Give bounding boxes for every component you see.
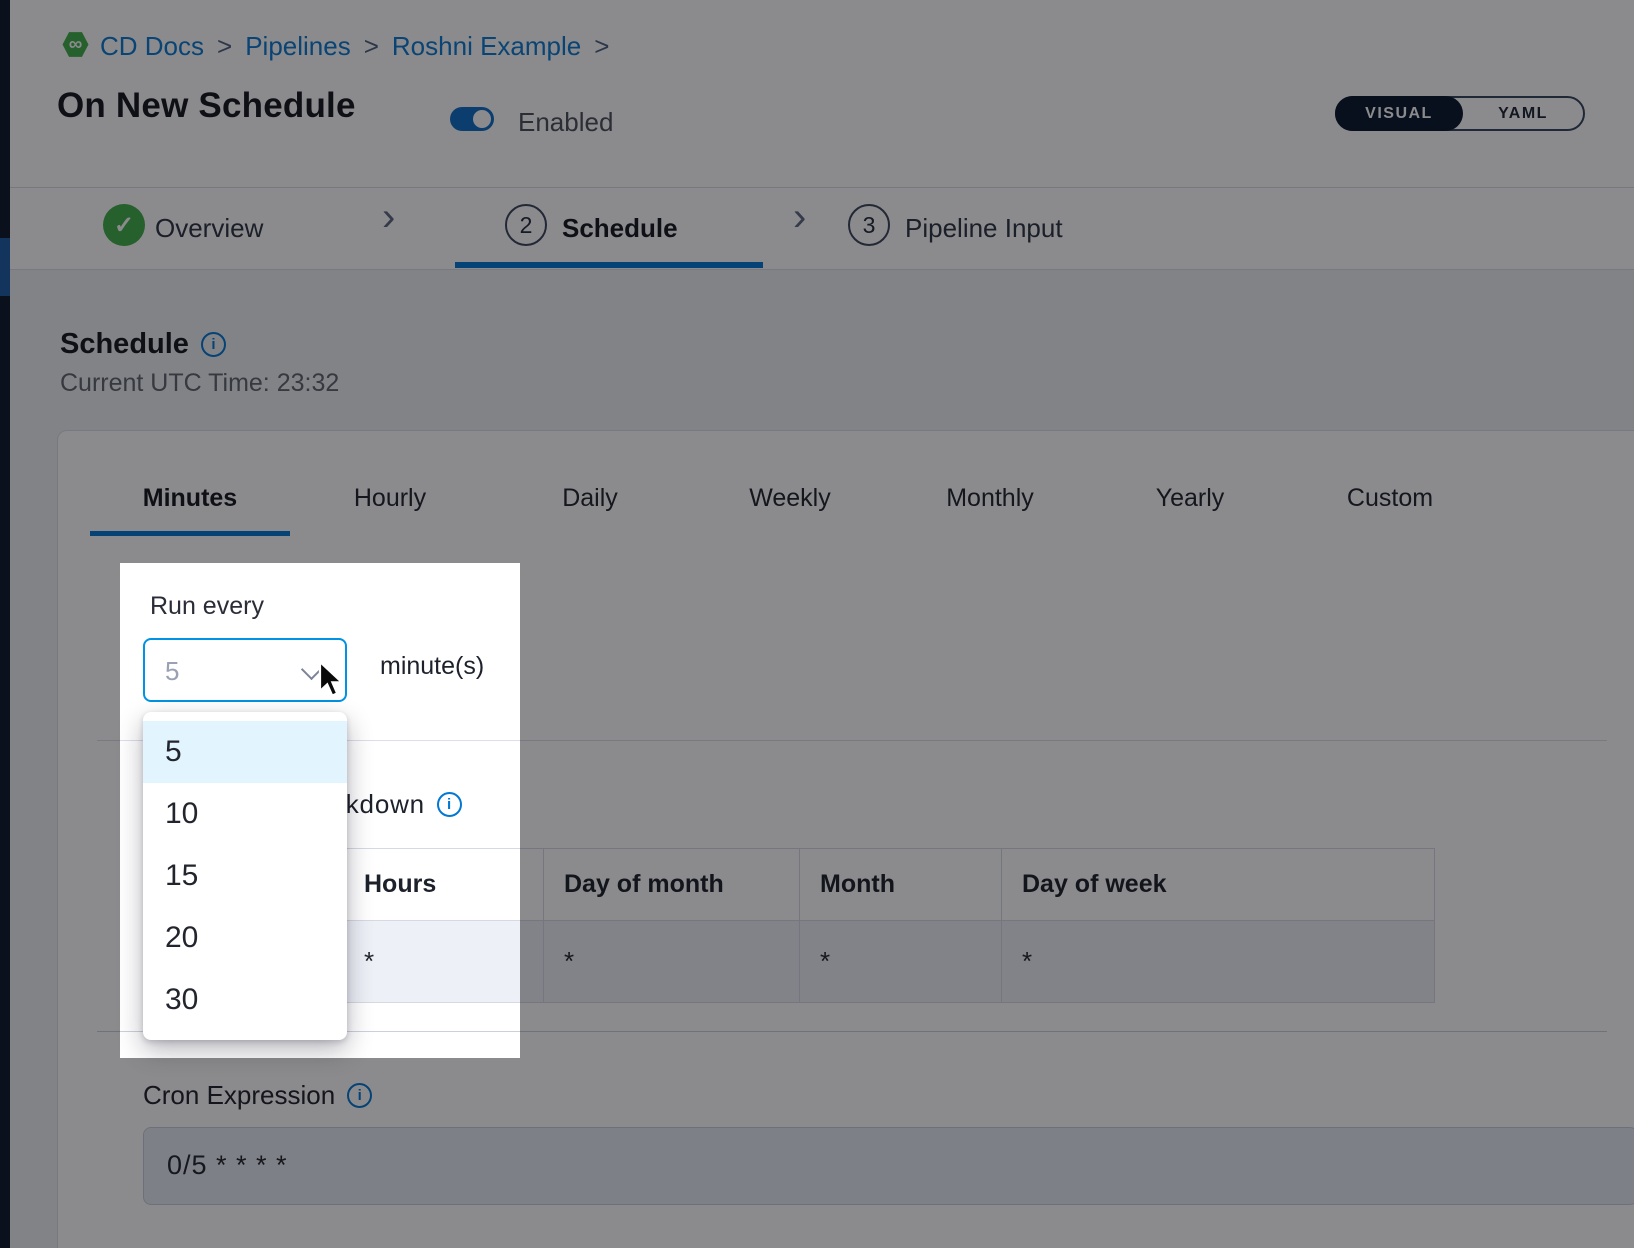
option-30[interactable]: 30 xyxy=(143,969,347,1031)
visual-yaml-switch: VISUAL YAML xyxy=(1335,96,1585,131)
breadcrumb-link-pipeline[interactable]: Roshni Example xyxy=(392,31,581,62)
cron-expression-value: 0/5 * * * * xyxy=(167,1150,288,1181)
selected-interval-value: 5 xyxy=(165,656,179,687)
cron-expression-label: Cron Expression i xyxy=(143,1080,372,1111)
step3-number-badge: 3 xyxy=(848,204,890,246)
col-day-of-month: Day of month xyxy=(544,849,800,921)
breadcrumb-link-pipelines[interactable]: Pipelines xyxy=(245,31,351,62)
visual-mode-button[interactable]: VISUAL xyxy=(1335,96,1463,131)
check-glyph: ✓ xyxy=(114,211,134,240)
breadcrumb: CD Docs > Pipelines > Roshni Example > xyxy=(100,31,609,62)
cell-day-of-month: * xyxy=(544,921,800,1003)
option-15[interactable]: 15 xyxy=(143,845,347,907)
cell-month: * xyxy=(800,921,1002,1003)
frequency-tabs: Minutes Hourly Daily Weekly Monthly Year… xyxy=(90,484,1490,513)
nav-active-indicator xyxy=(0,238,10,296)
schedule-section-title: Schedule i xyxy=(60,328,226,361)
cell-day-of-week: * xyxy=(1002,921,1435,1003)
step-schedule[interactable]: Schedule xyxy=(562,213,678,244)
breadcrumb-separator: > xyxy=(217,31,232,62)
step3-number: 3 xyxy=(863,212,876,239)
step-chevron-icon: › xyxy=(382,197,395,237)
left-nav-rail xyxy=(0,0,10,1248)
step-overview[interactable]: Overview xyxy=(155,213,263,244)
col-day-of-week: Day of week xyxy=(1002,849,1435,921)
mouse-cursor-icon xyxy=(316,660,352,700)
tab-minutes[interactable]: Minutes xyxy=(90,484,290,513)
breadcrumb-link-project[interactable]: CD Docs xyxy=(100,31,204,62)
interval-options-dropdown: 5 10 15 20 30 xyxy=(143,712,347,1040)
tab-weekly[interactable]: Weekly xyxy=(690,484,890,513)
page-title: On New Schedule xyxy=(57,86,356,126)
info-glyph: i xyxy=(358,1087,362,1104)
enabled-label: Enabled xyxy=(518,107,613,138)
info-icon[interactable]: i xyxy=(437,792,462,817)
trigger-schedule-page: ∞ CD Docs > Pipelines > Roshni Example >… xyxy=(0,0,1634,1248)
active-tab-underline xyxy=(90,531,290,536)
step-pipeline-input[interactable]: Pipeline Input xyxy=(905,213,1063,244)
step2-number-badge: 2 xyxy=(505,204,547,246)
step-chevron-icon: › xyxy=(793,197,806,237)
toggle-knob xyxy=(473,110,491,128)
step-complete-check-icon: ✓ xyxy=(103,204,145,246)
active-step-underline xyxy=(455,262,763,268)
run-every-label: Run every xyxy=(150,592,264,621)
current-utc-time: Current UTC Time: 23:32 xyxy=(60,369,339,398)
tab-daily[interactable]: Daily xyxy=(490,484,690,513)
col-month: Month xyxy=(800,849,1002,921)
tab-monthly[interactable]: Monthly xyxy=(890,484,1090,513)
tab-yearly[interactable]: Yearly xyxy=(1090,484,1290,513)
info-glyph: i xyxy=(211,336,215,353)
infinity-glyph: ∞ xyxy=(69,34,83,56)
enabled-toggle[interactable] xyxy=(450,107,494,131)
info-glyph: i xyxy=(447,796,452,813)
cron-expression-text: Cron Expression xyxy=(143,1080,335,1111)
cell-hours: * xyxy=(344,921,544,1003)
step2-number: 2 xyxy=(520,212,533,239)
col-hours: Hours xyxy=(344,849,544,921)
option-10[interactable]: 10 xyxy=(143,783,347,845)
option-5[interactable]: 5 xyxy=(143,721,347,783)
yaml-mode-button[interactable]: YAML xyxy=(1463,98,1583,129)
breadcrumb-separator: > xyxy=(594,31,609,62)
option-20[interactable]: 20 xyxy=(143,907,347,969)
schedule-heading-text: Schedule xyxy=(60,328,189,361)
info-icon[interactable]: i xyxy=(347,1083,372,1108)
cron-expression-input[interactable]: 0/5 * * * * xyxy=(143,1127,1634,1205)
minutes-unit-label: minute(s) xyxy=(380,652,484,681)
breadcrumb-separator: > xyxy=(364,31,379,62)
info-icon[interactable]: i xyxy=(201,332,226,357)
tab-custom[interactable]: Custom xyxy=(1290,484,1490,513)
tab-hourly[interactable]: Hourly xyxy=(290,484,490,513)
